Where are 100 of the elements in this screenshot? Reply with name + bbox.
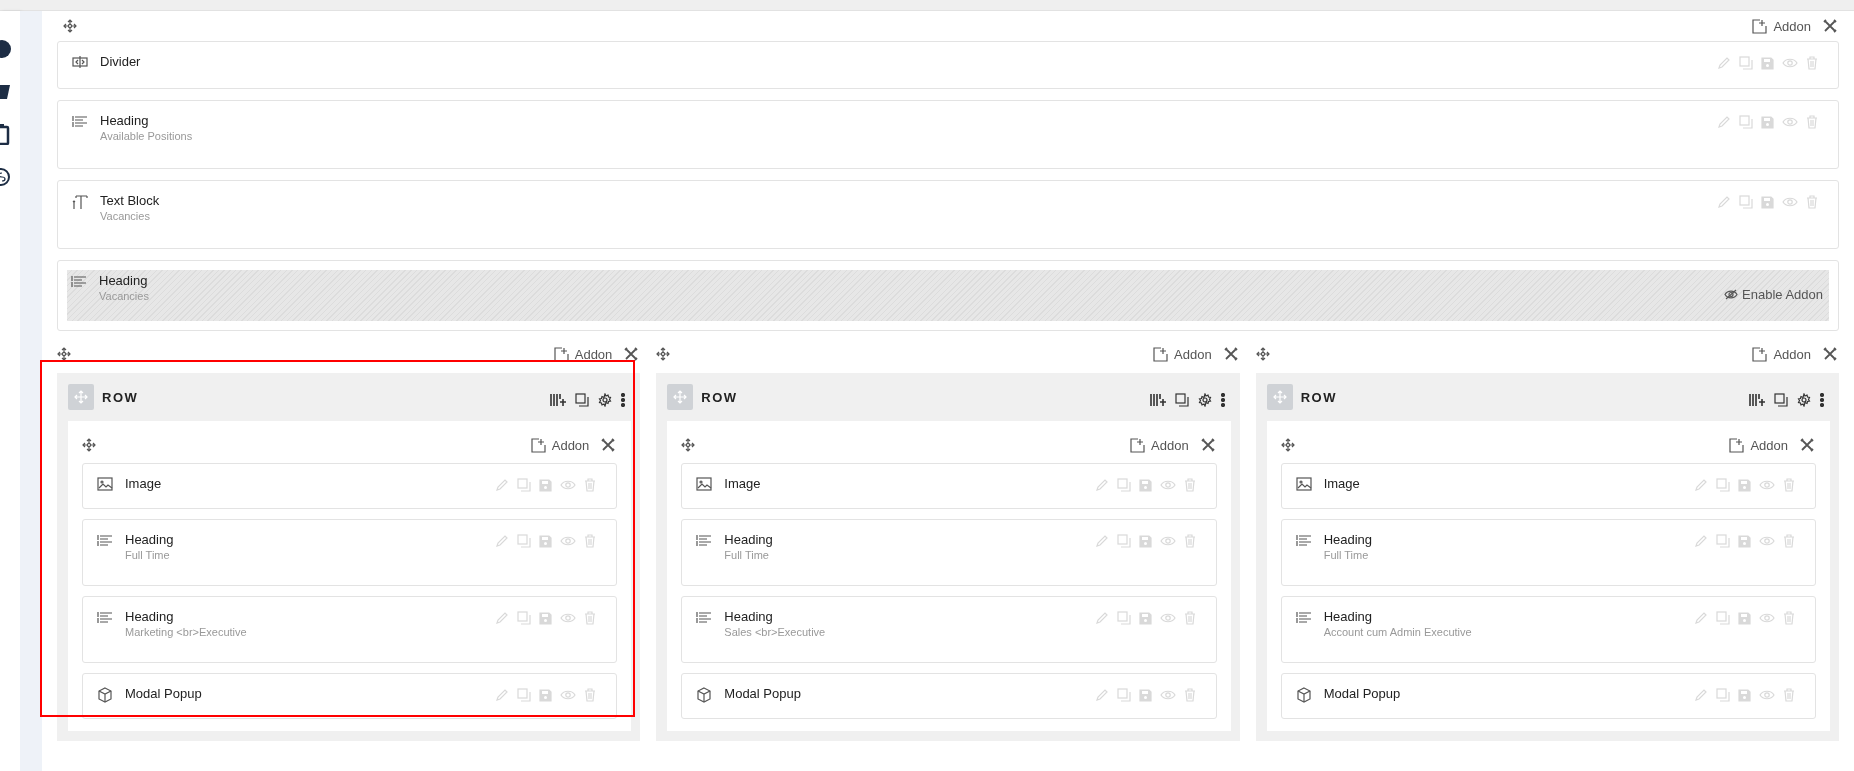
save-icon[interactable] [1738, 611, 1751, 625]
duplicate-icon[interactable] [1174, 393, 1189, 407]
duplicate-icon[interactable] [575, 393, 590, 407]
trash-icon[interactable] [1183, 534, 1196, 548]
pencil-icon[interactable] [1717, 115, 1731, 129]
addon-title: Modal Popup [125, 685, 202, 702]
trash-icon[interactable] [584, 534, 597, 548]
addon-title: Heading [1323, 608, 1374, 625]
move-icon[interactable] [57, 347, 71, 361]
add-addon-button[interactable]: Addon [1752, 346, 1811, 362]
trash-icon[interactable] [1806, 56, 1818, 70]
add-addon-button[interactable]: Addon [553, 346, 613, 362]
settings-icon[interactable] [1797, 393, 1811, 407]
eye-icon[interactable] [1782, 196, 1798, 208]
add-addon-button[interactable]: Addon [1752, 18, 1811, 34]
eye-icon[interactable] [1759, 612, 1775, 624]
add-addon-button[interactable]: Addon [1130, 437, 1189, 453]
trash-icon[interactable] [1183, 478, 1196, 492]
addon-title: Image [724, 475, 761, 492]
pencil-icon[interactable] [1094, 688, 1109, 702]
eye-icon[interactable] [1159, 535, 1176, 547]
pencil-icon[interactable] [1717, 195, 1731, 209]
add-addon-button[interactable]: Addon [530, 437, 590, 453]
pencil-icon[interactable] [495, 688, 510, 702]
add-addon-button[interactable]: Addon [1729, 437, 1788, 453]
eye-icon[interactable] [1782, 116, 1798, 128]
trash-icon[interactable] [584, 478, 597, 492]
columns-add-icon[interactable] [1749, 393, 1765, 407]
more-options-icon[interactable] [1820, 393, 1824, 407]
eye-icon[interactable] [560, 612, 577, 624]
trash-icon[interactable] [1806, 115, 1818, 129]
trash-icon[interactable] [1183, 611, 1196, 625]
columns-add-icon[interactable] [550, 393, 567, 407]
save-icon[interactable] [1738, 478, 1751, 492]
pencil-icon[interactable] [1694, 534, 1708, 548]
eye-icon[interactable] [1782, 57, 1798, 69]
settings-icon[interactable] [1197, 393, 1212, 407]
save-icon[interactable] [1738, 534, 1751, 548]
trash-icon[interactable] [1783, 611, 1795, 625]
move-icon [673, 390, 688, 404]
move-handle[interactable] [1266, 384, 1293, 410]
trash-icon[interactable] [1183, 688, 1196, 702]
move-handle[interactable] [68, 384, 94, 410]
pencil-icon[interactable] [1094, 534, 1109, 548]
eye-icon[interactable] [1159, 689, 1176, 701]
save-icon[interactable] [1138, 478, 1152, 492]
pencil-icon[interactable] [495, 478, 510, 492]
save-icon[interactable] [1761, 56, 1774, 70]
pencil-icon[interactable] [1094, 611, 1109, 625]
more-options-icon[interactable] [621, 393, 626, 407]
pencil-icon[interactable] [1094, 478, 1109, 492]
trash-icon[interactable] [1783, 478, 1795, 492]
save-icon[interactable] [1761, 195, 1774, 209]
move-icon[interactable] [63, 19, 77, 33]
pencil-icon[interactable] [1694, 688, 1708, 702]
add-addon-button[interactable]: Addon [1153, 346, 1212, 362]
eye-icon[interactable] [560, 689, 577, 701]
save-icon[interactable] [539, 534, 553, 548]
trash-icon[interactable] [1806, 195, 1818, 209]
columns-add-icon[interactable] [1149, 393, 1166, 407]
addon-subtitle: Marketing <br>Executive [125, 625, 247, 640]
save-icon[interactable] [539, 688, 553, 702]
addon-subtitle: Account cum Admin Executive [1323, 625, 1472, 640]
save-icon[interactable] [539, 611, 553, 625]
eye-icon[interactable] [1159, 612, 1176, 624]
move-icon[interactable] [1255, 347, 1270, 361]
add-addon-icon [1130, 437, 1146, 453]
trash-icon[interactable] [1783, 534, 1795, 548]
save-icon[interactable] [1138, 534, 1152, 548]
save-icon[interactable] [539, 478, 553, 492]
move-icon[interactable] [1280, 438, 1295, 452]
save-icon[interactable] [1761, 115, 1774, 129]
more-options-icon[interactable] [1220, 393, 1225, 407]
pencil-icon[interactable] [1694, 478, 1708, 492]
save-icon[interactable] [1138, 611, 1152, 625]
move-icon[interactable] [681, 438, 696, 452]
clipboard-icon[interactable] [0, 123, 12, 145]
addon-subtitle: Vacancies [99, 289, 149, 304]
heading-icon [696, 610, 713, 624]
pencil-icon[interactable] [1694, 611, 1708, 625]
save-icon[interactable] [1138, 688, 1152, 702]
save-icon[interactable] [1738, 688, 1751, 702]
addon-title: Divider [100, 53, 141, 70]
eye-icon[interactable] [1759, 535, 1775, 547]
settings-icon[interactable] [598, 393, 613, 407]
eye-icon[interactable] [1759, 689, 1775, 701]
eye-icon[interactable] [560, 535, 577, 547]
move-icon[interactable] [656, 347, 671, 361]
duplicate-icon[interactable] [1774, 393, 1788, 407]
move-handle[interactable] [667, 384, 694, 410]
trash-icon[interactable] [584, 688, 597, 702]
trash-icon[interactable] [1783, 688, 1795, 702]
eye-icon[interactable] [1159, 479, 1176, 491]
pencil-icon[interactable] [495, 534, 510, 548]
eye-icon[interactable] [560, 479, 577, 491]
eye-icon[interactable] [1759, 479, 1775, 491]
move-icon[interactable] [82, 438, 96, 452]
trash-icon[interactable] [584, 611, 597, 625]
pencil-icon[interactable] [1717, 56, 1731, 70]
pencil-icon[interactable] [495, 611, 510, 625]
